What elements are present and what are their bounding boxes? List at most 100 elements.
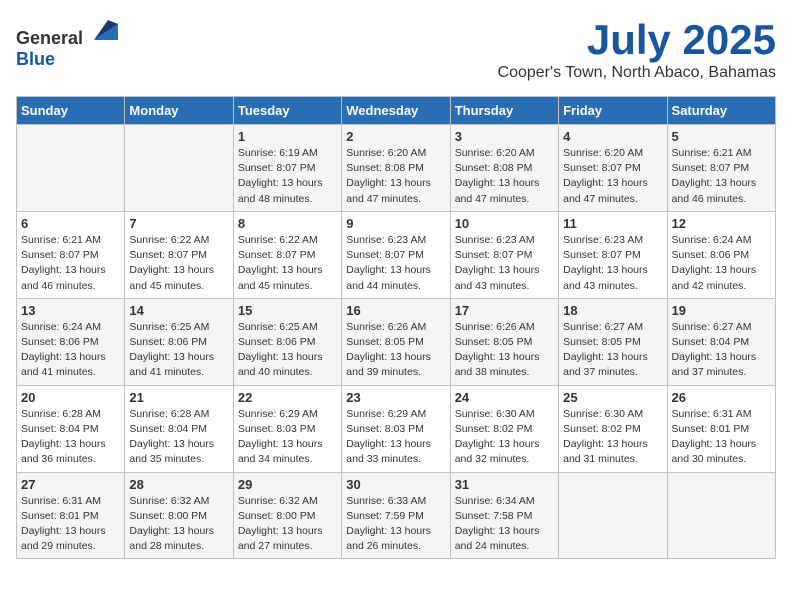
calendar-cell: 7Sunrise: 6:22 AM Sunset: 8:07 PM Daylig… (125, 211, 233, 298)
logo-text: General Blue (16, 16, 118, 70)
day-number: 5 (672, 129, 771, 144)
calendar-cell: 24 Sunrise: 6:30 AM Sunset: 8:02 PM Dayli… (450, 385, 558, 472)
day-number: 7 (129, 216, 228, 231)
calendar-cell: 26 Sunrise: 6:31 AM Sunset: 8:01 PM Dayli… (667, 385, 775, 472)
calendar-cell: 30 Sunrise: 6:33 AM Sunset: 7:59 PM Dayli… (342, 472, 450, 559)
month-title: July 2025 (498, 16, 776, 64)
day-info: Sunrise: 6:23 AM Sunset: 8:07 PM Dayligh… (563, 233, 662, 294)
day-number: 21 (129, 390, 228, 405)
week-row-5: 27Sunrise: 6:31 AM Sunset: 8:01 PM Dayli… (17, 472, 776, 559)
calendar-cell: 14 Sunrise: 6:25 AM Sunset: 8:06 PM Dayli… (125, 298, 233, 385)
calendar-cell: 19 Sunrise: 6:27 AM Sunset: 8:04 PM Dayli… (667, 298, 775, 385)
calendar-cell: 22 Sunrise: 6:29 AM Sunset: 8:03 PM Dayli… (233, 385, 341, 472)
day-number: 3 (455, 129, 554, 144)
day-number: 22 (238, 390, 337, 405)
calendar-cell: 23 Sunrise: 6:29 AM Sunset: 8:03 PM Dayli… (342, 385, 450, 472)
day-number: 15 (238, 303, 337, 318)
calendar-cell: 21 Sunrise: 6:28 AM Sunset: 8:04 PM Dayli… (125, 385, 233, 472)
day-number: 30 (346, 477, 445, 492)
day-info: Sunrise: 6:32 AM Sunset: 8:00 PM Dayligh… (129, 494, 228, 555)
calendar-cell (559, 472, 667, 559)
day-info: Sunrise: 6:25 AM Sunset: 8:06 PM Dayligh… (129, 320, 228, 381)
week-row-4: 20 Sunrise: 6:28 AM Sunset: 8:04 PM Dayli… (17, 385, 776, 472)
day-number: 23 (346, 390, 445, 405)
day-info: Sunrise: 6:26 AM Sunset: 8:05 PM Dayligh… (346, 320, 445, 381)
day-info: Sunrise: 6:28 AM Sunset: 8:04 PM Dayligh… (21, 407, 120, 468)
page-header: General Blue July 2025 Cooper's Town, No… (16, 16, 776, 92)
day-info: Sunrise: 6:29 AM Sunset: 8:03 PM Dayligh… (346, 407, 445, 468)
day-info: Sunrise: 6:19 AM Sunset: 8:07 PM Dayligh… (238, 146, 337, 207)
day-info: Sunrise: 6:29 AM Sunset: 8:03 PM Dayligh… (238, 407, 337, 468)
day-number: 20 (21, 390, 120, 405)
calendar-cell: 8 Sunrise: 6:22 AM Sunset: 8:07 PM Daylig… (233, 211, 341, 298)
day-info: Sunrise: 6:33 AM Sunset: 7:59 PM Dayligh… (346, 494, 445, 555)
day-info: Sunrise: 6:25 AM Sunset: 8:06 PM Dayligh… (238, 320, 337, 381)
calendar-cell: 10 Sunrise: 6:23 AM Sunset: 8:07 PM Dayli… (450, 211, 558, 298)
calendar-cell: 17Sunrise: 6:26 AM Sunset: 8:05 PM Dayli… (450, 298, 558, 385)
day-number: 12 (672, 216, 771, 231)
calendar-cell: 13 Sunrise: 6:24 AM Sunset: 8:06 PM Dayli… (17, 298, 125, 385)
day-info: Sunrise: 6:21 AM Sunset: 8:07 PM Dayligh… (21, 233, 120, 294)
day-info: Sunrise: 6:24 AM Sunset: 8:06 PM Dayligh… (21, 320, 120, 381)
day-number: 31 (455, 477, 554, 492)
calendar-cell (125, 125, 233, 212)
day-number: 19 (672, 303, 771, 318)
day-number: 11 (563, 216, 662, 231)
calendar-cell: 11 Sunrise: 6:23 AM Sunset: 8:07 PM Dayli… (559, 211, 667, 298)
calendar-cell: 16Sunrise: 6:26 AM Sunset: 8:05 PM Dayli… (342, 298, 450, 385)
weekday-header-wednesday: Wednesday (342, 97, 450, 125)
day-info: Sunrise: 6:26 AM Sunset: 8:05 PM Dayligh… (455, 320, 554, 381)
calendar-cell (17, 125, 125, 212)
day-info: Sunrise: 6:28 AM Sunset: 8:04 PM Dayligh… (129, 407, 228, 468)
location-title: Cooper's Town, North Abaco, Bahamas (498, 64, 776, 82)
day-number: 1 (238, 129, 337, 144)
day-info: Sunrise: 6:24 AM Sunset: 8:06 PM Dayligh… (672, 233, 771, 294)
calendar-cell: 1 Sunrise: 6:19 AM Sunset: 8:07 PM Daylig… (233, 125, 341, 212)
day-number: 29 (238, 477, 337, 492)
calendar-cell: 5Sunrise: 6:21 AM Sunset: 8:07 PM Daylig… (667, 125, 775, 212)
weekday-header-tuesday: Tuesday (233, 97, 341, 125)
day-info: Sunrise: 6:23 AM Sunset: 8:07 PM Dayligh… (455, 233, 554, 294)
day-info: Sunrise: 6:27 AM Sunset: 8:05 PM Dayligh… (563, 320, 662, 381)
day-number: 14 (129, 303, 228, 318)
day-number: 24 (455, 390, 554, 405)
calendar-cell: 2 Sunrise: 6:20 AM Sunset: 8:08 PM Daylig… (342, 125, 450, 212)
weekday-header-saturday: Saturday (667, 97, 775, 125)
calendar-cell: 20 Sunrise: 6:28 AM Sunset: 8:04 PM Dayli… (17, 385, 125, 472)
logo-blue: Blue (16, 49, 55, 69)
calendar-cell (667, 472, 775, 559)
weekday-header-sunday: Sunday (17, 97, 125, 125)
day-info: Sunrise: 6:32 AM Sunset: 8:00 PM Dayligh… (238, 494, 337, 555)
calendar-cell: 4 Sunrise: 6:20 AM Sunset: 8:07 PM Daylig… (559, 125, 667, 212)
day-number: 2 (346, 129, 445, 144)
day-number: 13 (21, 303, 120, 318)
week-row-3: 13 Sunrise: 6:24 AM Sunset: 8:06 PM Dayli… (17, 298, 776, 385)
day-number: 18 (563, 303, 662, 318)
day-number: 8 (238, 216, 337, 231)
day-info: Sunrise: 6:30 AM Sunset: 8:02 PM Dayligh… (455, 407, 554, 468)
day-number: 9 (346, 216, 445, 231)
logo-icon (90, 16, 118, 44)
day-number: 28 (129, 477, 228, 492)
day-number: 26 (672, 390, 771, 405)
day-number: 4 (563, 129, 662, 144)
weekday-header-monday: Monday (125, 97, 233, 125)
day-info: Sunrise: 6:30 AM Sunset: 8:02 PM Dayligh… (563, 407, 662, 468)
day-info: Sunrise: 6:20 AM Sunset: 8:07 PM Dayligh… (563, 146, 662, 207)
calendar-cell: 12 Sunrise: 6:24 AM Sunset: 8:06 PM Dayli… (667, 211, 775, 298)
day-number: 10 (455, 216, 554, 231)
week-row-2: 6Sunrise: 6:21 AM Sunset: 8:07 PM Daylig… (17, 211, 776, 298)
day-info: Sunrise: 6:20 AM Sunset: 8:08 PM Dayligh… (346, 146, 445, 207)
calendar-cell: 9 Sunrise: 6:23 AM Sunset: 8:07 PM Daylig… (342, 211, 450, 298)
calendar-cell: 25 Sunrise: 6:30 AM Sunset: 8:02 PM Dayli… (559, 385, 667, 472)
day-info: Sunrise: 6:34 AM Sunset: 7:58 PM Dayligh… (455, 494, 554, 555)
day-info: Sunrise: 6:23 AM Sunset: 8:07 PM Dayligh… (346, 233, 445, 294)
weekday-header-thursday: Thursday (450, 97, 558, 125)
day-info: Sunrise: 6:22 AM Sunset: 8:07 PM Dayligh… (238, 233, 337, 294)
day-info: Sunrise: 6:20 AM Sunset: 8:08 PM Dayligh… (455, 146, 554, 207)
week-row-1: 1 Sunrise: 6:19 AM Sunset: 8:07 PM Daylig… (17, 125, 776, 212)
day-info: Sunrise: 6:31 AM Sunset: 8:01 PM Dayligh… (672, 407, 771, 468)
day-number: 25 (563, 390, 662, 405)
day-info: Sunrise: 6:27 AM Sunset: 8:04 PM Dayligh… (672, 320, 771, 381)
calendar-cell: 28 Sunrise: 6:32 AM Sunset: 8:00 PM Dayli… (125, 472, 233, 559)
